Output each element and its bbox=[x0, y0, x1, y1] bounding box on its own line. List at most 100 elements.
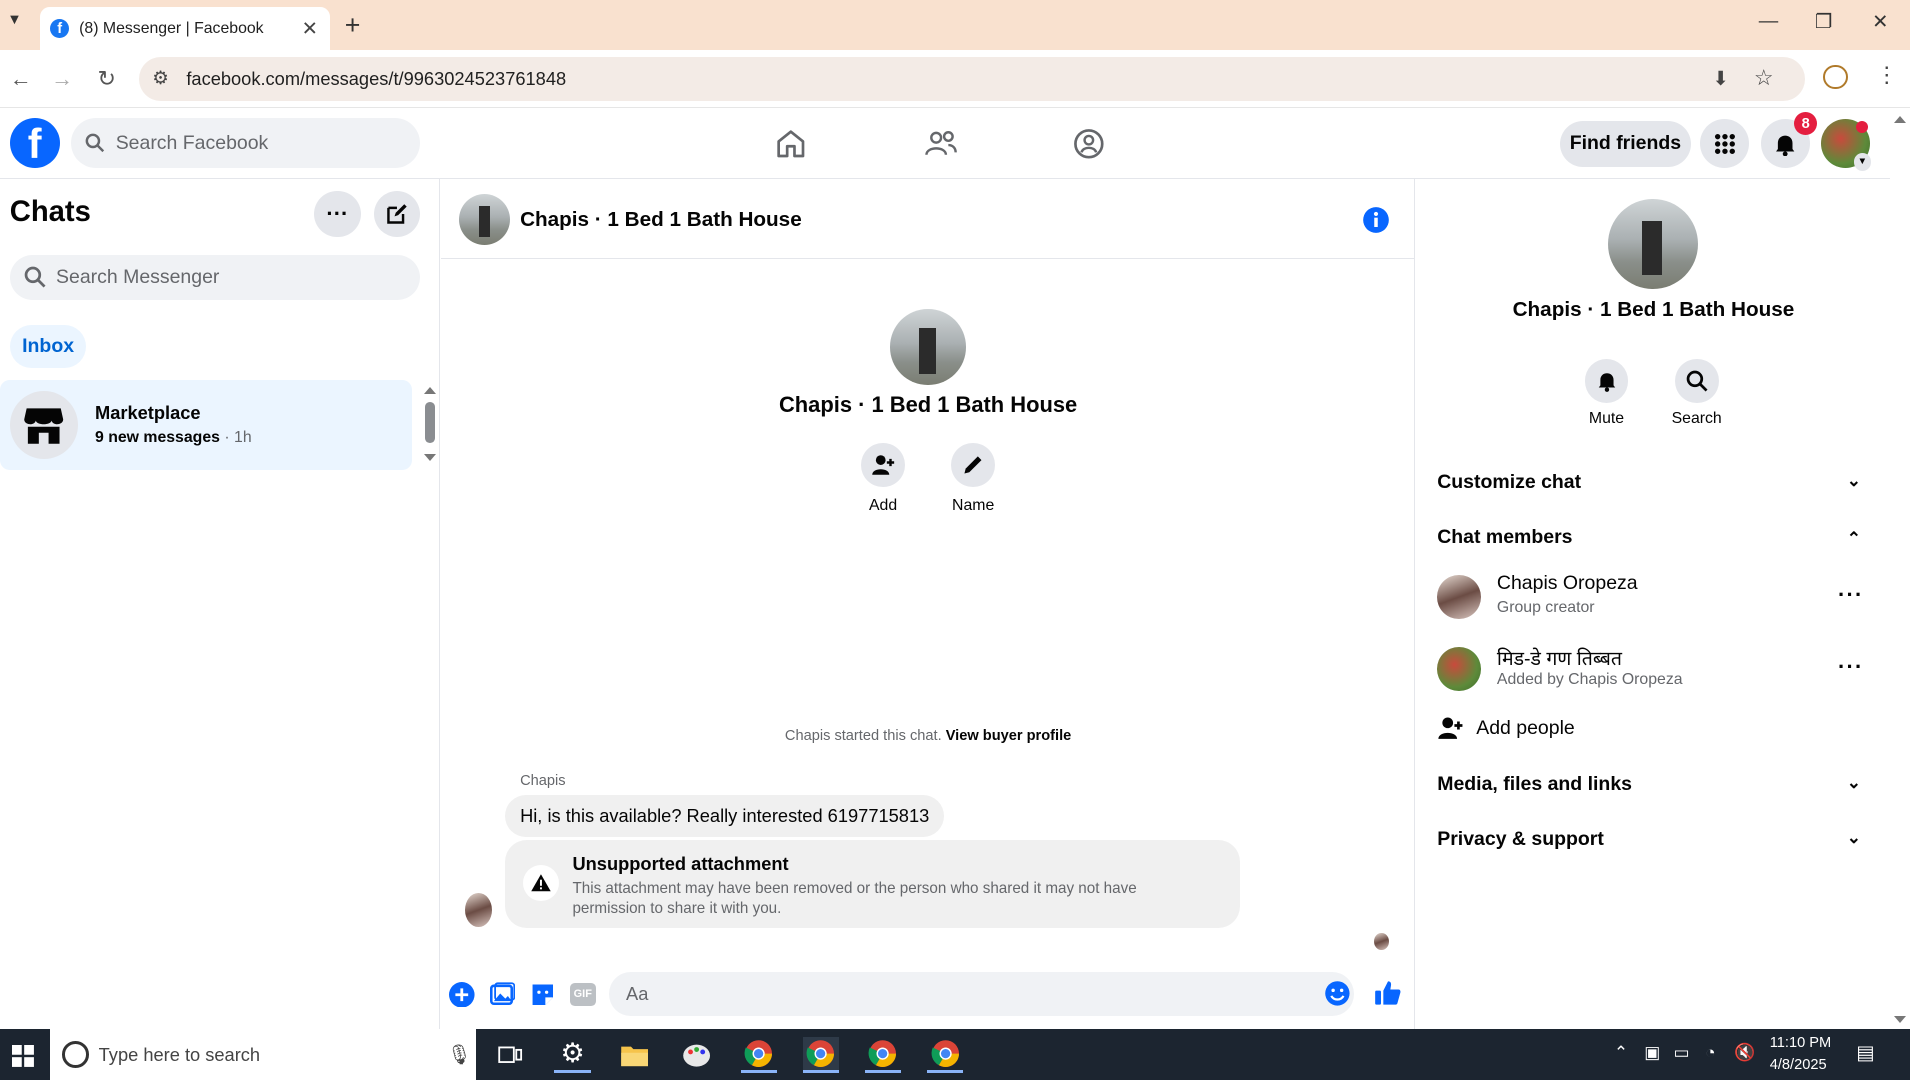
taskbar-search-placeholder: Type here to search bbox=[98, 1043, 261, 1065]
mute-button[interactable]: Mute bbox=[1570, 359, 1643, 428]
emoji-icon[interactable] bbox=[1324, 980, 1351, 1007]
install-app-icon[interactable]: ⬇ bbox=[1712, 67, 1728, 91]
new-tab-icon[interactable]: + bbox=[345, 10, 361, 41]
add-people-label: Add people bbox=[1476, 717, 1575, 740]
message-input-placeholder: Aa bbox=[626, 982, 649, 1004]
search-in-chat-button[interactable]: Search bbox=[1660, 359, 1733, 428]
unsupported-attachment[interactable]: Unsupported attachment This attachment m… bbox=[505, 840, 1240, 929]
add-member-button[interactable]: Add bbox=[847, 443, 920, 515]
chrome-icon[interactable] bbox=[864, 1037, 902, 1074]
new-message-icon[interactable] bbox=[373, 191, 421, 238]
add-person-icon bbox=[1438, 717, 1463, 740]
add-people-button[interactable]: Add people bbox=[1437, 715, 1875, 744]
chrome-icon[interactable] bbox=[802, 1036, 840, 1074]
settings-gear-icon[interactable]: ⚙ bbox=[554, 1037, 591, 1074]
scroll-down-icon[interactable] bbox=[423, 454, 436, 462]
back-icon[interactable]: ← bbox=[10, 66, 32, 92]
member-row[interactable]: मिड-डे गण तिब्बत Added by Chapis Oropeza… bbox=[1437, 644, 1875, 698]
chrome-icon[interactable] bbox=[926, 1037, 964, 1074]
chat-info-panel: Chapis · 1 Bed 1 Bath House Mute Search … bbox=[1416, 179, 1891, 1030]
minimize-icon[interactable]: — bbox=[1759, 10, 1778, 33]
member-avatar bbox=[1437, 574, 1482, 619]
edit-name-button[interactable]: Name bbox=[937, 443, 1010, 515]
page-scrollbar[interactable] bbox=[1890, 108, 1910, 1030]
find-friends-button[interactable]: Find friends bbox=[1560, 120, 1691, 167]
close-window-icon[interactable]: ✕ bbox=[1872, 10, 1888, 34]
chrome-menu-icon[interactable]: ⋮ bbox=[1876, 62, 1898, 88]
chats-panel: Chats ··· Search Messenger Inbox Marketp… bbox=[0, 179, 440, 1030]
microphone-icon[interactable]: 🎙 bbox=[447, 1043, 472, 1067]
volume-muted-icon[interactable]: 🔇 bbox=[1734, 1043, 1755, 1063]
page-scroll-up-icon[interactable] bbox=[1893, 115, 1906, 123]
bell-icon bbox=[1584, 359, 1629, 404]
like-thumb-icon[interactable] bbox=[1374, 979, 1402, 1007]
profile-icon[interactable] bbox=[1823, 64, 1848, 89]
chrome-icon[interactable] bbox=[740, 1037, 778, 1074]
conversation-title[interactable]: Chapis · 1 Bed 1 Bath House bbox=[520, 208, 802, 232]
clock-time[interactable]: 11:10 PM bbox=[1770, 1035, 1831, 1051]
clock-date[interactable]: 4/8/2025 bbox=[1770, 1057, 1827, 1073]
tray-chevron-icon[interactable]: ⌃ bbox=[1614, 1043, 1628, 1063]
facebook-logo-icon[interactable]: f bbox=[9, 118, 60, 169]
message-input[interactable]: Aa bbox=[608, 971, 1355, 1016]
plus-actions-icon[interactable] bbox=[449, 981, 475, 1008]
browser-tab[interactable]: f (8) Messenger | Facebook ✕ bbox=[40, 7, 331, 50]
add-label: Add bbox=[868, 496, 898, 514]
omnibox[interactable]: ⚙ facebook.com/messages/t/99630245237618… bbox=[138, 57, 1806, 102]
chat-members-section[interactable]: Chat members ⌃ bbox=[1437, 526, 1875, 549]
file-explorer-icon[interactable] bbox=[616, 1037, 653, 1074]
member-row[interactable]: Chapis Oropeza Group creator ··· bbox=[1437, 572, 1875, 626]
battery-icon[interactable]: ▭ bbox=[1674, 1043, 1690, 1063]
tab-search-icon[interactable]: ▼ bbox=[7, 12, 21, 28]
forward-icon[interactable]: → bbox=[51, 66, 73, 92]
info-icon[interactable] bbox=[1362, 206, 1390, 234]
wifi-icon[interactable]: ◔ bbox=[1705, 1043, 1715, 1063]
bookmark-star-icon[interactable]: ☆ bbox=[1754, 65, 1774, 91]
search-icon bbox=[1674, 359, 1719, 404]
site-info-icon[interactable]: ⚙ bbox=[152, 67, 168, 89]
reload-icon[interactable]: ↻ bbox=[97, 66, 115, 92]
windows-start-icon[interactable] bbox=[12, 1045, 35, 1067]
groups-icon[interactable] bbox=[1073, 128, 1105, 160]
paint-app-icon[interactable] bbox=[678, 1037, 715, 1074]
chat-list-item[interactable]: Marketplace 9 new messages · 1h bbox=[0, 380, 412, 471]
search-label: Search bbox=[1671, 410, 1722, 428]
view-buyer-profile-link[interactable]: View buyer profile bbox=[946, 728, 1072, 744]
inbox-filter-button[interactable]: Inbox bbox=[9, 325, 87, 368]
photo-attach-icon[interactable] bbox=[489, 982, 516, 1008]
gif-icon[interactable]: GIF bbox=[570, 982, 596, 1007]
friends-icon[interactable] bbox=[924, 128, 958, 160]
home-icon[interactable] bbox=[775, 128, 807, 160]
privacy-support-section[interactable]: Privacy & support ⌄ bbox=[1437, 828, 1875, 851]
sender-avatar[interactable] bbox=[465, 892, 493, 927]
group-avatar[interactable] bbox=[459, 193, 511, 245]
chat-started-notice: Chapis started this chat. View buyer pro… bbox=[784, 728, 1072, 745]
account-chevron-icon[interactable]: ▼ bbox=[1853, 153, 1871, 171]
taskbar-search-input[interactable]: Type here to search 🎙 bbox=[49, 1029, 477, 1080]
chat-info-name: Chapis · 1 Bed 1 Bath House bbox=[1512, 298, 1795, 322]
restore-icon[interactable]: ❐ bbox=[1815, 10, 1832, 34]
scroll-up-icon[interactable] bbox=[423, 387, 436, 395]
media-files-links-section[interactable]: Media, files and links ⌄ bbox=[1437, 773, 1875, 796]
task-view-icon[interactable] bbox=[492, 1037, 529, 1074]
member-options-icon[interactable]: ··· bbox=[1838, 654, 1864, 680]
menu-grid-icon[interactable] bbox=[1700, 119, 1750, 169]
address-bar-row: ← → ↻ ⚙ facebook.com/messages/t/99630245… bbox=[0, 49, 1910, 109]
customize-chat-section[interactable]: Customize chat ⌄ bbox=[1437, 471, 1875, 494]
pencil-icon bbox=[951, 443, 996, 488]
member-avatar bbox=[1437, 646, 1482, 691]
chat-options-icon[interactable]: ··· bbox=[314, 191, 361, 238]
member-options-icon[interactable]: ··· bbox=[1838, 582, 1864, 608]
notification-center-icon[interactable]: ▤ bbox=[1856, 1041, 1874, 1065]
tab-close-icon[interactable]: ✕ bbox=[302, 17, 318, 41]
sender-name: Chapis bbox=[520, 773, 566, 790]
add-person-icon bbox=[861, 443, 905, 488]
chevron-up-icon: ⌃ bbox=[1846, 528, 1862, 548]
network-drive-icon[interactable]: ▣ bbox=[1644, 1043, 1660, 1063]
page-scroll-down-icon[interactable] bbox=[1893, 1015, 1906, 1023]
facebook-search-input[interactable]: Search Facebook bbox=[70, 118, 421, 169]
message-bubble[interactable]: Hi, is this available? Really interested… bbox=[505, 795, 944, 837]
messenger-search-input[interactable]: Search Messenger bbox=[9, 254, 421, 300]
chat-list-scrollbar[interactable] bbox=[425, 401, 435, 444]
sticker-icon[interactable] bbox=[530, 982, 556, 1008]
